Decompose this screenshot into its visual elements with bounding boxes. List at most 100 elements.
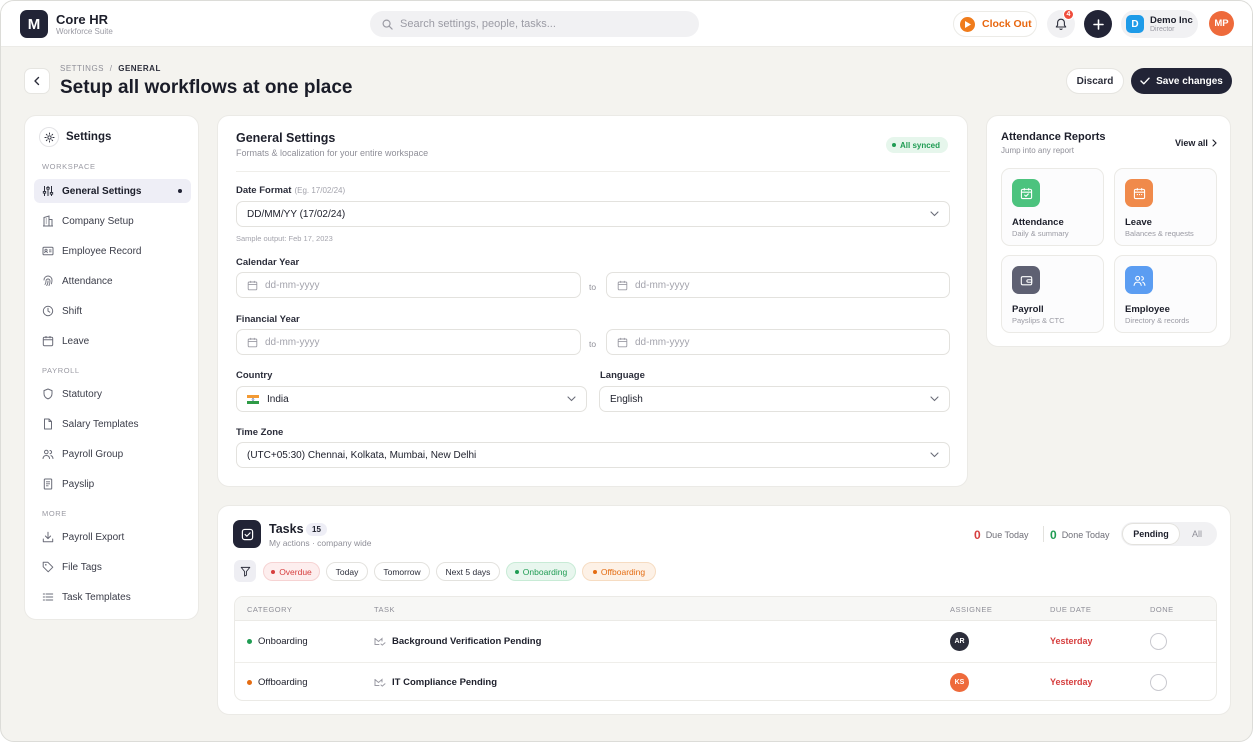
- column-assignee[interactable]: ASSIGNEE: [950, 605, 992, 614]
- report-tile-employee[interactable]: Employee Directory & records: [1114, 255, 1217, 333]
- breadcrumb: SETTINGS / GENERAL: [60, 64, 161, 73]
- calendar-year-from-input[interactable]: [265, 279, 465, 291]
- chip-label: Offboarding: [600, 566, 646, 577]
- document-icon: [44, 418, 52, 430]
- assignee-avatar[interactable]: KS: [950, 673, 969, 692]
- financial-year-to-input[interactable]: [635, 336, 835, 348]
- app-logo[interactable]: M: [20, 10, 48, 38]
- chip-label: Tomorrow: [383, 566, 421, 577]
- due-date-cell: Yesterday: [1050, 636, 1093, 646]
- timezone-select[interactable]: (UTC+05:30) Chennai, Kolkata, Mumbai, Ne…: [236, 442, 950, 468]
- sidebar-item-payroll-export[interactable]: Payroll Export: [34, 525, 191, 549]
- view-all-link[interactable]: View all: [1175, 138, 1217, 148]
- sidebar-item-label: Task Templates: [62, 591, 131, 603]
- filter-chip-tomorrow[interactable]: Tomorrow: [374, 562, 430, 581]
- sidebar-item-salary-templates[interactable]: Salary Templates: [34, 412, 191, 436]
- report-tile-leave[interactable]: Leave Balances & requests: [1114, 168, 1217, 246]
- mail-check-icon: [374, 637, 386, 646]
- divider: [236, 171, 950, 172]
- search-input[interactable]: [400, 18, 680, 30]
- sidebar-title: Settings: [66, 131, 112, 143]
- settings-sidebar: Settings WORKSPACE General Settings Comp…: [24, 115, 199, 620]
- category-label: Onboarding: [258, 636, 308, 647]
- report-tile-desc: Directory & records: [1125, 316, 1190, 325]
- financial-year-from[interactable]: [236, 329, 581, 355]
- status-dot: [892, 143, 896, 147]
- filter-chip-today[interactable]: Today: [326, 562, 368, 581]
- table-row[interactable]: Offboarding IT Compliance Pending KS Yes…: [235, 662, 1216, 700]
- sidebar-item-leave[interactable]: Leave: [34, 329, 191, 353]
- sidebar-item-file-tags[interactable]: File Tags: [34, 555, 191, 579]
- column-done[interactable]: DONE: [1150, 605, 1174, 614]
- date-format-hint: (Eg. 17/02/24): [294, 186, 346, 195]
- task-cell: IT Compliance Pending: [374, 677, 497, 688]
- sidebar-item-attendance[interactable]: Attendance: [34, 269, 191, 293]
- sidebar-item-payroll-group[interactable]: Payroll Group: [34, 442, 191, 466]
- sidebar-item-label: Attendance: [62, 275, 113, 287]
- financial-year-to-label: to: [589, 339, 597, 349]
- org-switcher[interactable]: D Demo Inc Director: [1121, 10, 1198, 38]
- country-select[interactable]: India: [236, 386, 587, 412]
- breadcrumb-parent[interactable]: SETTINGS: [60, 64, 104, 73]
- discard-button[interactable]: Discard: [1066, 68, 1124, 94]
- column-due-date[interactable]: DUE DATE: [1050, 605, 1091, 614]
- search-icon: [382, 19, 393, 30]
- add-button[interactable]: [1084, 10, 1112, 38]
- calendar-year-from[interactable]: [236, 272, 581, 298]
- view-all-label: View all: [1175, 138, 1208, 148]
- calendar-year-to[interactable]: [606, 272, 950, 298]
- divider: [1043, 526, 1044, 542]
- sidebar-item-general-settings[interactable]: General Settings: [34, 179, 191, 203]
- sidebar-item-statutory[interactable]: Statutory: [34, 382, 191, 406]
- sidebar-item-label: File Tags: [62, 561, 102, 573]
- chip-label: Overdue: [279, 566, 312, 577]
- general-settings-title: General Settings: [236, 131, 336, 145]
- org-logo: D: [1126, 15, 1144, 33]
- assignee-avatar[interactable]: AR: [950, 632, 969, 651]
- date-format-select[interactable]: DD/MM/YY (17/02/24): [236, 201, 950, 227]
- tasks-count-badge: 15: [306, 523, 327, 536]
- global-search[interactable]: [370, 11, 699, 37]
- sidebar-item-task-templates[interactable]: Task Templates: [34, 585, 191, 609]
- date-format-label-text: Date Format: [236, 185, 292, 196]
- sidebar-item-payslip[interactable]: Payslip: [34, 472, 191, 496]
- filter-chip-overdue[interactable]: Overdue: [263, 562, 320, 581]
- filter-chip-onboarding[interactable]: Onboarding: [506, 562, 576, 581]
- clock-out-button[interactable]: Clock Out: [953, 11, 1037, 37]
- report-tile-name: Payroll: [1012, 304, 1044, 315]
- calendar-year-label: Calendar Year: [236, 257, 300, 268]
- report-tile-attendance[interactable]: Attendance Daily & summary: [1001, 168, 1104, 246]
- checkbox-icon: [233, 520, 261, 548]
- sidebar-item-employee-record[interactable]: Employee Record: [34, 239, 191, 263]
- financial-year-from-input[interactable]: [265, 336, 465, 348]
- tab-pending[interactable]: Pending: [1123, 524, 1179, 544]
- language-select[interactable]: English: [599, 386, 950, 412]
- breadcrumb-separator: /: [109, 64, 113, 73]
- financial-year-to[interactable]: [606, 329, 950, 355]
- save-changes-button[interactable]: Save changes: [1131, 68, 1232, 94]
- back-button[interactable]: [24, 68, 50, 94]
- tab-all[interactable]: All: [1179, 524, 1215, 544]
- column-task[interactable]: TASK: [374, 605, 395, 614]
- sidebar-item-company-setup[interactable]: Company Setup: [34, 209, 191, 233]
- task-name: Background Verification Pending: [392, 636, 542, 647]
- user-avatar[interactable]: MP: [1209, 11, 1234, 36]
- sidebar-item-label: Shift: [62, 305, 83, 317]
- page-title: Setup all workflows at one place: [60, 77, 353, 98]
- done-checkbox[interactable]: [1150, 633, 1167, 650]
- chip-dot: [592, 569, 597, 574]
- report-tile-payroll[interactable]: Payroll Payslips & CTC: [1001, 255, 1104, 333]
- list-icon: [42, 593, 54, 601]
- filter-button[interactable]: [234, 560, 256, 582]
- filter-chip-offboarding[interactable]: Offboarding: [582, 562, 656, 581]
- table-row[interactable]: Onboarding Background Verification Pendi…: [235, 622, 1216, 662]
- column-category[interactable]: CATEGORY: [247, 605, 292, 614]
- section-payroll: PAYROLL: [42, 366, 80, 375]
- done-checkbox[interactable]: [1150, 674, 1167, 691]
- calendar-year-to-input[interactable]: [635, 279, 835, 291]
- timezone-value: (UTC+05:30) Chennai, Kolkata, Mumbai, Ne…: [247, 449, 477, 461]
- filter-chip-next-5-days[interactable]: Next 5 days: [436, 562, 500, 581]
- due-today-label: Due Today: [985, 530, 1029, 540]
- chip-dot: [514, 569, 519, 574]
- sidebar-item-shift[interactable]: Shift: [34, 299, 191, 323]
